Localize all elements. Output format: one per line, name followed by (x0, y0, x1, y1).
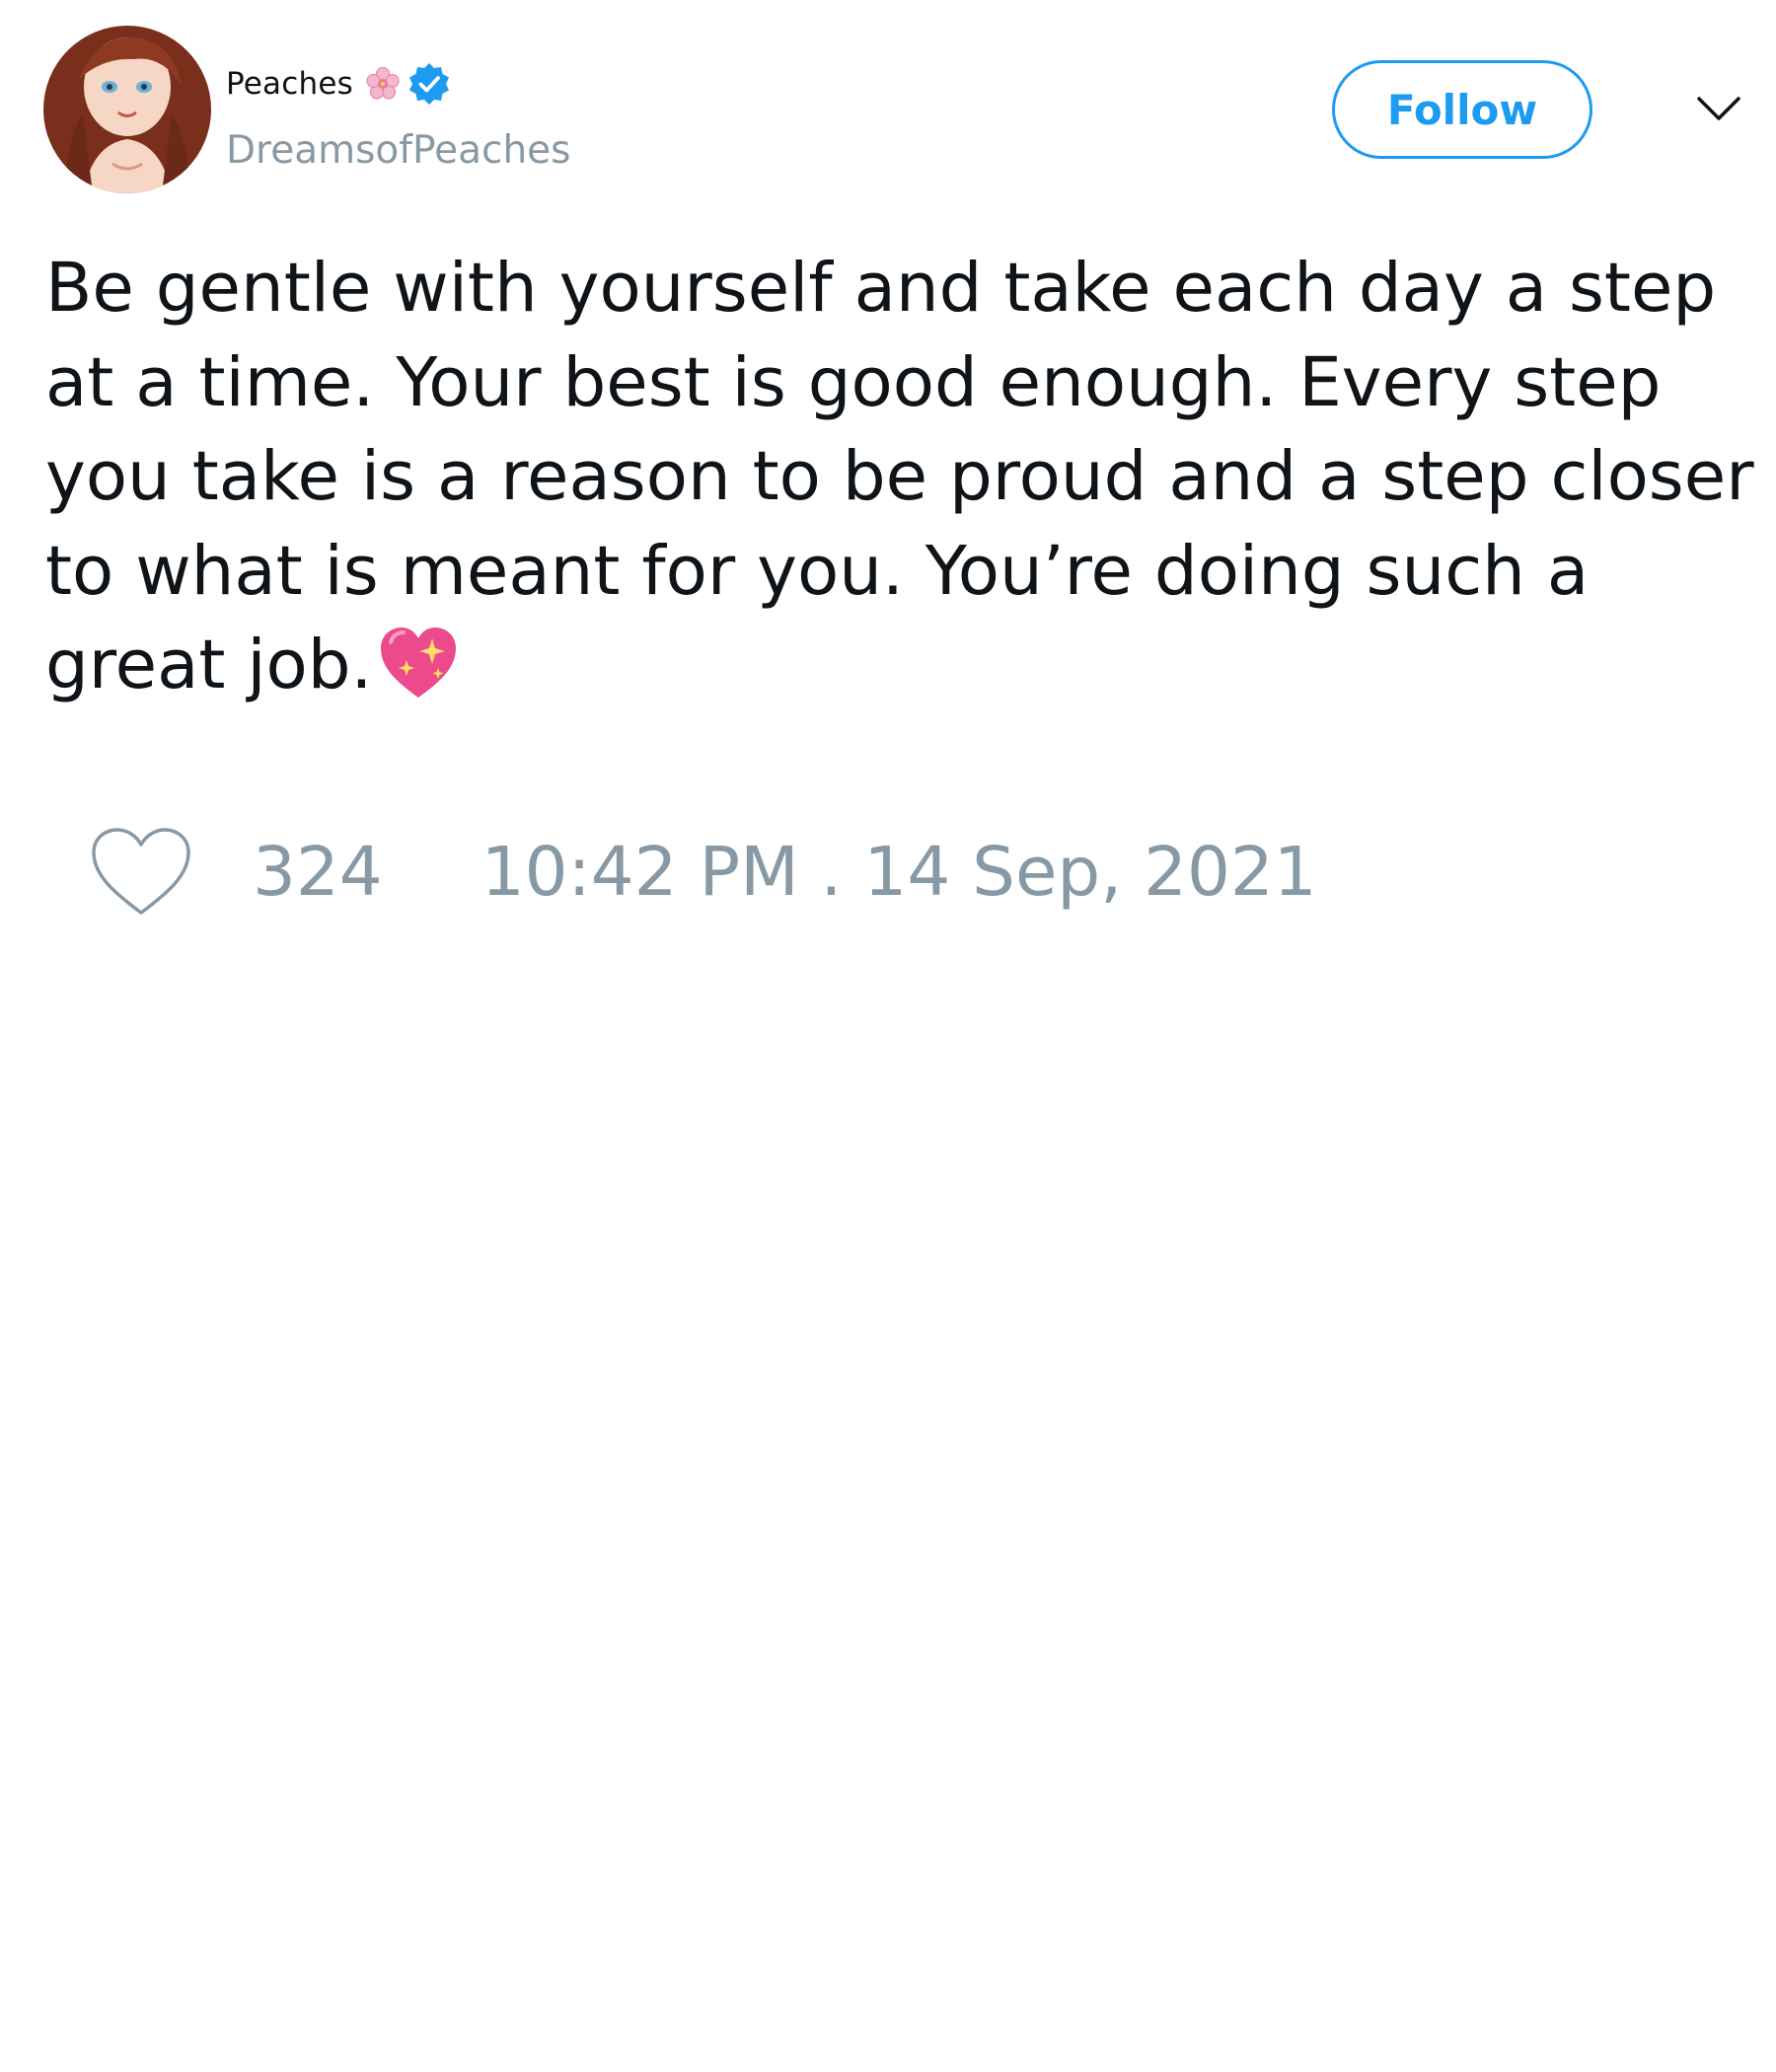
tweet-text: Be gentle with yourself and take each da… (45, 242, 1767, 713)
tweet-timestamp[interactable]: 10:42 PM . 14 Sep, 2021 (481, 833, 1317, 912)
verified-badge-icon (407, 61, 452, 107)
avatar-illustration (43, 26, 211, 193)
like-count: 324 (253, 833, 383, 912)
sparkling-heart-icon (377, 625, 460, 702)
author-name-row: Peaches (226, 59, 452, 109)
tweet-text-content: Be gentle with yourself and take each da… (45, 249, 1754, 704)
tweet-card: Peaches DreamsofPeaches Follow Be gentle… (0, 0, 1776, 2072)
avatar[interactable] (43, 26, 211, 193)
follow-button[interactable]: Follow (1332, 60, 1592, 159)
author-display-name[interactable]: Peaches (226, 66, 353, 102)
flower-icon (365, 66, 401, 102)
chevron-down-icon[interactable] (1695, 91, 1742, 126)
author-handle[interactable]: DreamsofPeaches (226, 126, 571, 176)
heart-icon[interactable] (89, 826, 193, 919)
tweet-footer: 324 10:42 PM . 14 Sep, 2021 (89, 823, 1317, 922)
